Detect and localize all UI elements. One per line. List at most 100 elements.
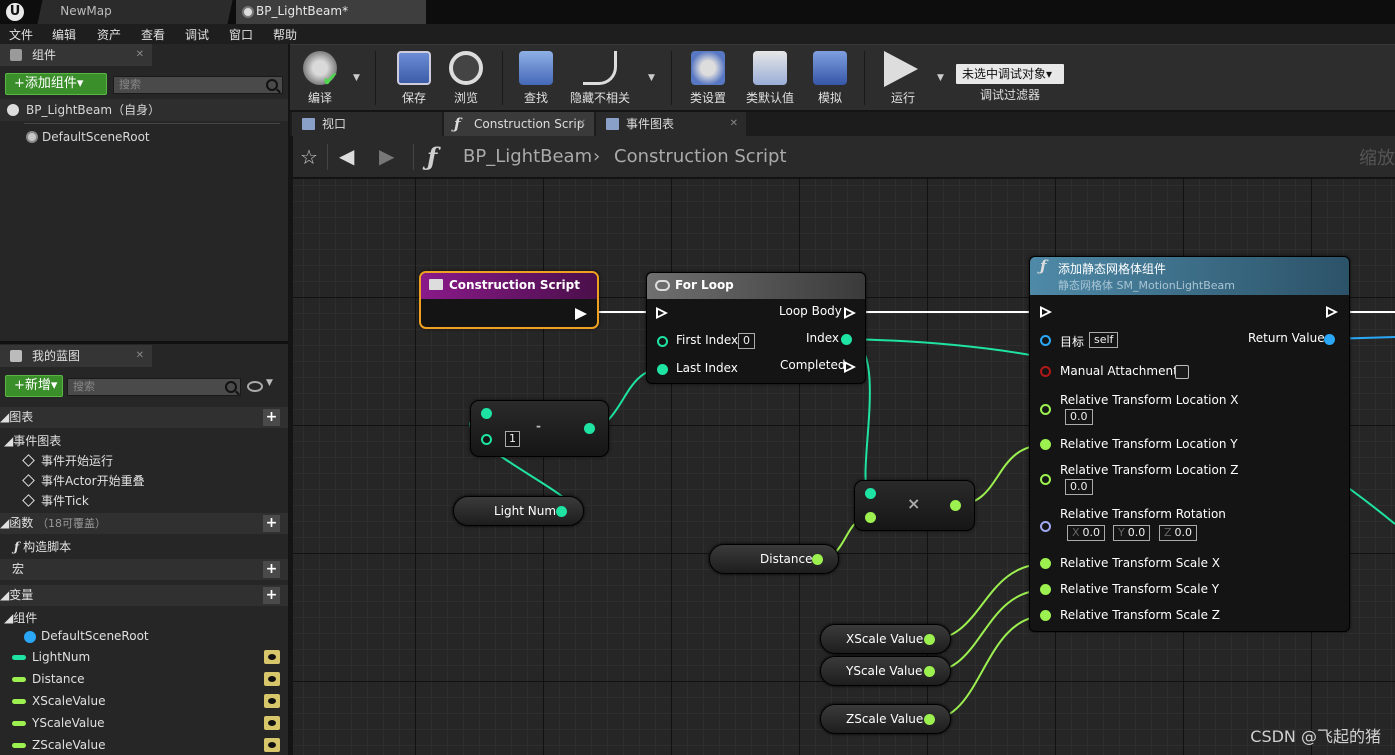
simulate-button[interactable]: 模拟 [804,45,856,109]
index-pin[interactable] [841,334,852,345]
loop-body-pin[interactable] [844,307,856,319]
construction-script-node[interactable]: Construction Script [419,271,599,329]
tab-viewport[interactable]: 视口 [292,112,442,136]
forward-arrow-icon[interactable]: ▶ [379,144,394,168]
exec-out-pin[interactable] [1326,306,1338,318]
section-functions[interactable]: ◢函数 （18可覆盖） + [0,513,288,534]
subtract-a-pin[interactable] [481,408,492,419]
chevron-down-icon[interactable]: ▼ [937,73,944,83]
add-macro-button[interactable]: + [263,561,280,578]
exec-out-pin[interactable] [575,308,587,320]
breadcrumb-blueprint[interactable]: BP_LightBeam [463,146,592,167]
target-input[interactable]: self [1089,332,1119,348]
star-icon[interactable]: ☆ [300,145,318,169]
construction-script-item[interactable]: ƒ 构造脚本 [14,538,71,555]
chevron-down-icon[interactable]: ▼ [266,378,273,388]
yscale-out-pin[interactable] [924,666,935,677]
close-icon[interactable]: ✕ [730,112,738,136]
location-y-pin[interactable] [1040,439,1051,450]
browse-button[interactable]: 浏览 [440,45,492,109]
menu-help[interactable]: 帮助 [273,26,297,43]
menu-view[interactable]: 查看 [141,26,165,43]
event-graph-item[interactable]: ◢事件图表 [4,432,61,449]
component-search-input[interactable]: 搜索 [113,76,283,94]
first-index-pin[interactable] [657,336,668,347]
multiply-out-pin[interactable] [950,500,961,511]
breadcrumb-graph[interactable]: Construction Script [614,146,787,167]
event-actor-overlap[interactable]: 事件Actor开始重叠 [22,472,145,489]
component-defaultsceneroot[interactable]: DefaultSceneRoot [0,126,288,148]
location-x-pin[interactable] [1040,404,1051,415]
run-button[interactable]: 运行 [874,45,932,109]
xscale-getter[interactable]: XScale Value [820,624,951,654]
exec-in-pin[interactable] [656,307,668,319]
first-index-input[interactable]: 0 [738,333,755,349]
blueprint-search-input[interactable]: 搜索 [67,378,241,396]
component-self[interactable]: BP_LightBeam（自身） [0,99,288,121]
eye-icon[interactable] [264,716,280,730]
tab-event-graph[interactable]: 事件图表 ✕ [596,112,746,136]
add-variable-button[interactable]: + [263,587,280,604]
tab-my-blueprint[interactable]: 我的蓝图 ✕ [0,345,152,367]
compile-button[interactable]: ✔ 编译 [294,45,346,109]
light-num-out-pin[interactable] [556,506,567,517]
section-variables[interactable]: ◢变量 + [0,585,288,606]
menu-asset[interactable]: 资产 [97,26,121,43]
components-category[interactable]: ◢组件 [4,609,37,626]
for-loop-node[interactable]: For Loop Loop Body First Index 0 Index L… [646,272,866,384]
splitter[interactable] [0,341,288,344]
add-function-button[interactable]: + [263,515,280,532]
menu-window[interactable]: 窗口 [229,26,253,43]
xscale-out-pin[interactable] [924,634,935,645]
location-z-input[interactable]: 0.0 [1065,479,1093,495]
debug-object-select[interactable]: 未选中调试对象▾ [956,64,1064,84]
new-button[interactable]: +新增▾ [5,375,63,397]
scale-x-pin[interactable] [1040,558,1051,569]
save-button[interactable]: 保存 [388,45,440,109]
tab-construction-script[interactable]: ƒ Construction Scrip ✕ [444,112,594,136]
subtract-node[interactable]: 1 - [470,400,609,457]
completed-pin[interactable] [844,361,856,373]
chevron-down-icon[interactable]: ▼ [353,73,360,83]
scale-z-pin[interactable] [1040,610,1051,621]
section-macros[interactable]: 宏 + [0,559,288,580]
rotation-x-input[interactable]: X 0.0 [1067,525,1106,541]
rotation-pin[interactable] [1040,521,1051,532]
add-static-mesh-component-node[interactable]: ƒ 添加静态网格体组件 静态网格体 SM_MotionLightBeam 目标 … [1029,256,1350,632]
last-index-pin[interactable] [657,364,668,375]
add-graph-button[interactable]: + [263,409,280,426]
tab-newmap[interactable]: NewMap [37,0,233,24]
back-arrow-icon[interactable]: ◀ [339,144,354,168]
rotation-y-input[interactable]: Y 0.0 [1113,525,1151,541]
multiply-a-pin[interactable] [865,488,876,499]
manual-attachment-checkbox[interactable] [1175,365,1189,379]
manual-attachment-pin[interactable] [1040,366,1051,377]
multiply-node[interactable]: × [854,480,975,531]
multiply-b-pin[interactable] [865,512,876,523]
var-yscale[interactable]: YScaleValue [12,716,288,730]
class-settings-button[interactable]: 类设置 [682,45,734,109]
blueprint-graph-canvas[interactable]: Construction Script For Loop Loop Body F… [293,179,1395,755]
subtract-b-pin[interactable] [481,434,492,445]
menu-file[interactable]: 文件 [9,26,33,43]
subtract-out-pin[interactable] [584,423,595,434]
add-component-button[interactable]: +添加组件▾ [5,73,107,95]
distance-out-pin[interactable] [812,554,823,565]
event-begin-play[interactable]: 事件开始运行 [22,452,113,469]
var-xscale[interactable]: XScaleValue [12,694,288,708]
var-distance[interactable]: Distance [12,672,288,686]
eye-icon[interactable] [264,672,280,686]
menu-debug[interactable]: 调试 [185,26,209,43]
return-value-pin[interactable] [1324,334,1335,345]
chevron-down-icon[interactable]: ▼ [648,73,655,83]
zscale-getter[interactable]: ZScale Value [820,704,951,734]
find-button[interactable]: 查找 [510,45,562,109]
eye-icon[interactable] [247,381,263,392]
location-z-pin[interactable] [1040,474,1051,485]
close-icon[interactable]: ✕ [136,44,144,66]
var-defaultsceneroot[interactable]: DefaultSceneRoot [24,629,149,643]
target-pin[interactable] [1040,335,1051,346]
scale-y-pin[interactable] [1040,584,1051,595]
menu-edit[interactable]: 编辑 [52,26,76,43]
var-zscale[interactable]: ZScaleValue [12,738,288,752]
